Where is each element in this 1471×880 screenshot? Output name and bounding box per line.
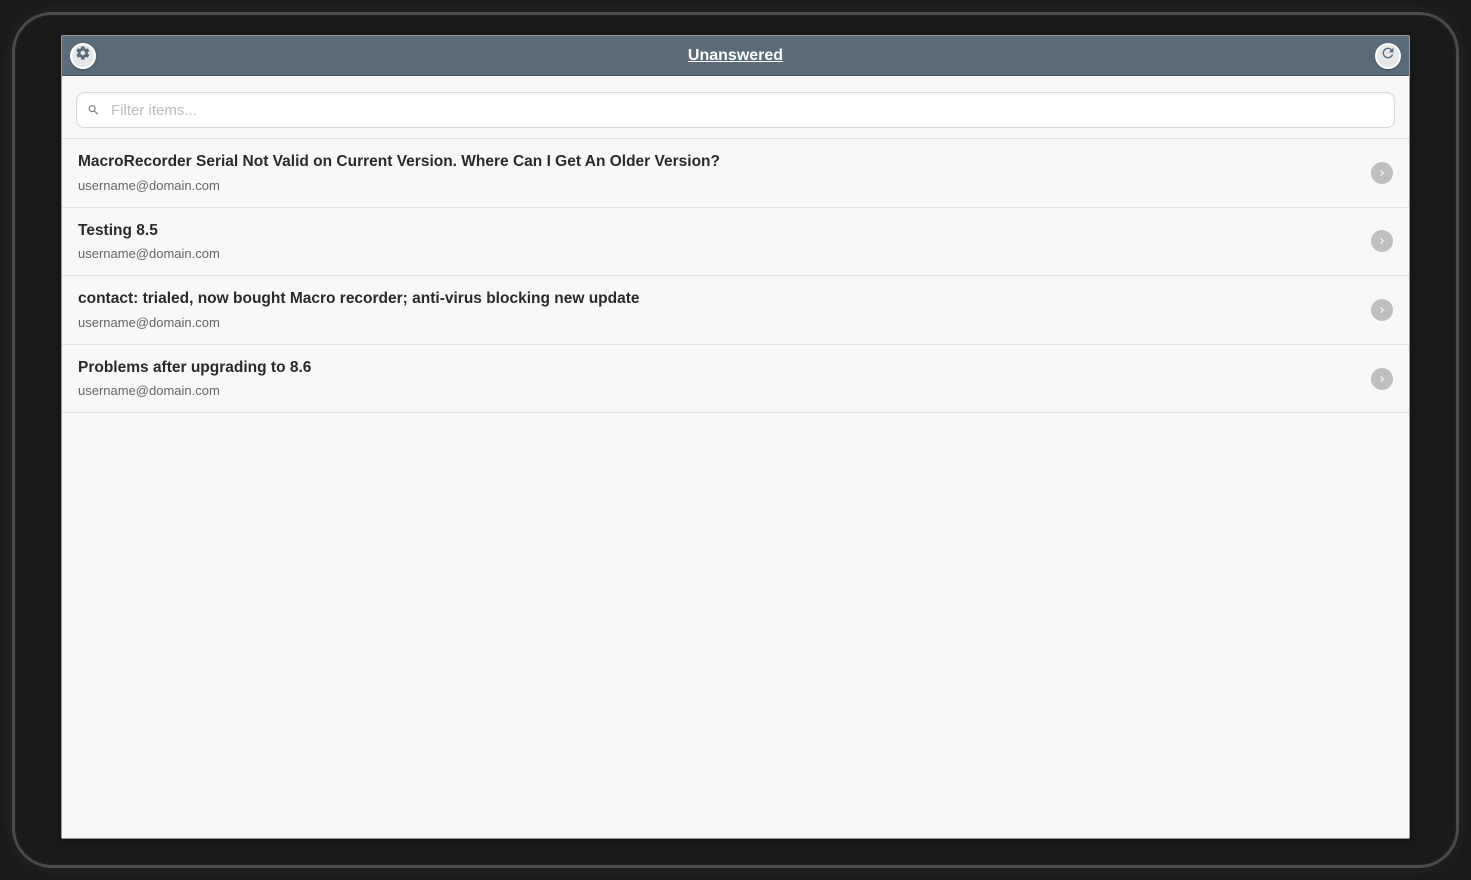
app-window: Unanswered MacroRecorder Serial Not Vali… [61, 35, 1410, 839]
chevron-right-icon [1371, 162, 1393, 184]
settings-button[interactable] [70, 43, 96, 69]
ticket-from: username@domain.com [78, 178, 1359, 193]
ticket-from: username@domain.com [78, 246, 1359, 261]
ticket-text: Testing 8.5 username@domain.com [78, 222, 1359, 262]
search-container [62, 76, 1409, 139]
refresh-icon [1380, 45, 1396, 66]
gear-icon [75, 45, 91, 66]
ticket-title: contact: trialed, now bought Macro recor… [78, 290, 1359, 309]
search-input[interactable] [76, 92, 1395, 128]
device-frame: Unanswered MacroRecorder Serial Not Vali… [12, 12, 1459, 868]
ticket-title: Testing 8.5 [78, 222, 1359, 241]
header-bar: Unanswered [62, 36, 1409, 76]
ticket-text: contact: trialed, now bought Macro recor… [78, 290, 1359, 330]
ticket-text: MacroRecorder Serial Not Valid on Curren… [78, 153, 1359, 193]
chevron-right-icon [1371, 230, 1393, 252]
ticket-from: username@domain.com [78, 315, 1359, 330]
refresh-button[interactable] [1375, 43, 1401, 69]
ticket-from: username@domain.com [78, 383, 1359, 398]
ticket-title: MacroRecorder Serial Not Valid on Curren… [78, 153, 1359, 172]
search-field [76, 92, 1395, 128]
ticket-row[interactable]: contact: trialed, now bought Macro recor… [62, 276, 1409, 345]
page-title[interactable]: Unanswered [688, 47, 783, 65]
ticket-row[interactable]: Problems after upgrading to 8.6 username@… [62, 345, 1409, 414]
ticket-title: Problems after upgrading to 8.6 [78, 359, 1359, 378]
chevron-right-icon [1371, 299, 1393, 321]
ticket-list: MacroRecorder Serial Not Valid on Curren… [62, 139, 1409, 838]
ticket-text: Problems after upgrading to 8.6 username@… [78, 359, 1359, 399]
chevron-right-icon [1371, 368, 1393, 390]
ticket-row[interactable]: Testing 8.5 username@domain.com [62, 208, 1409, 277]
ticket-row[interactable]: MacroRecorder Serial Not Valid on Curren… [62, 139, 1409, 208]
